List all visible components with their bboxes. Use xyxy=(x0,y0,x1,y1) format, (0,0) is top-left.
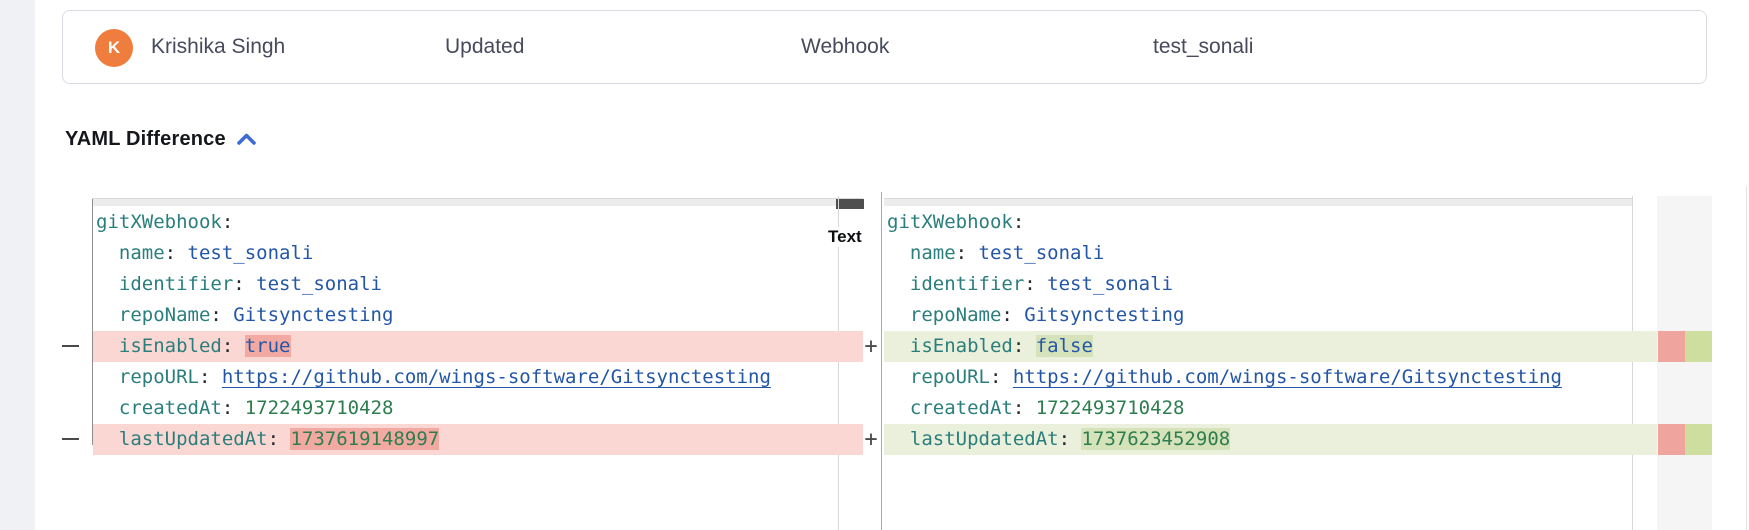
code-segment: test_sonali xyxy=(1047,273,1173,295)
code-segment: : xyxy=(268,428,291,450)
code-segment: : xyxy=(1013,211,1024,233)
code-segment: isEnabled xyxy=(887,335,1013,357)
code-segment: gitXWebhook xyxy=(887,211,1013,233)
audit-resource-name: test_sonali xyxy=(1153,11,1253,83)
code-segment: 1722493710428 xyxy=(245,397,394,419)
code-segment: Gitsynctesting xyxy=(233,304,393,326)
repo-url-link[interactable]: https://github.com/wings-software/Gitsyn… xyxy=(222,366,771,388)
code-line: isEnabled: true xyxy=(93,331,863,362)
added-line-marker: + xyxy=(860,331,882,362)
code-segment: createdAt xyxy=(887,397,1013,419)
removed-line-marker xyxy=(62,438,79,440)
code-line: repoName: Gitsynctesting xyxy=(93,300,863,331)
code-segment: test_sonali xyxy=(256,273,382,295)
yaml-diff-left-panel[interactable]: gitXWebhook: name: test_sonali identifie… xyxy=(93,207,863,455)
code-segment: test_sonali xyxy=(979,242,1105,264)
audit-action: Updated xyxy=(445,11,524,83)
code-segment: false xyxy=(1036,335,1093,357)
avatar: K xyxy=(95,29,133,67)
code-segment: : xyxy=(222,397,245,419)
left-horizontal-scrollbar-track[interactable] xyxy=(92,198,863,206)
code-segment: : xyxy=(1001,304,1024,326)
code-segment: repoURL xyxy=(96,366,199,388)
code-segment: name xyxy=(96,242,165,264)
code-line: repoURL: https://github.com/wings-softwa… xyxy=(884,362,1657,393)
code-segment: 1737619148997 xyxy=(290,428,439,450)
code-line: isEnabled: false xyxy=(884,331,1657,362)
code-segment: : xyxy=(222,335,245,357)
code-line: repoURL: https://github.com/wings-softwa… xyxy=(93,362,863,393)
code-segment: : xyxy=(233,273,256,295)
code-segment: name xyxy=(887,242,956,264)
code-segment: : xyxy=(1013,397,1036,419)
code-line: gitXWebhook: xyxy=(884,207,1657,238)
code-segment: : xyxy=(210,304,233,326)
code-segment: : xyxy=(222,211,233,233)
code-segment: : xyxy=(1059,428,1082,450)
ruler-removed-mark xyxy=(1658,424,1685,455)
code-line: name: test_sonali xyxy=(93,238,863,269)
code-segment: test_sonali xyxy=(188,242,314,264)
code-line: repoName: Gitsynctesting xyxy=(884,300,1657,331)
code-line: createdAt: 1722493710428 xyxy=(93,393,863,424)
avatar-initial: K xyxy=(108,38,120,58)
audit-resource-type: Webhook xyxy=(801,11,889,83)
diff-type-label: Text xyxy=(826,227,864,247)
code-segment: repoURL xyxy=(887,366,990,388)
code-segment: : xyxy=(1013,335,1036,357)
code-segment: gitXWebhook xyxy=(96,211,222,233)
code-line: lastUpdatedAt: 1737623452908 xyxy=(884,424,1657,455)
code-segment: lastUpdatedAt xyxy=(96,428,268,450)
code-line: createdAt: 1722493710428 xyxy=(884,393,1657,424)
ruler-added-mark xyxy=(1685,424,1712,455)
code-segment: 1722493710428 xyxy=(1036,397,1185,419)
code-segment: createdAt xyxy=(96,397,222,419)
code-segment: repoName xyxy=(96,304,210,326)
yaml-difference-title: YAML Difference xyxy=(65,128,226,151)
code-segment: 1737623452908 xyxy=(1081,428,1230,450)
code-segment: : xyxy=(165,242,188,264)
audit-user-name: Krishika Singh xyxy=(151,11,285,83)
code-line: gitXWebhook: xyxy=(93,207,863,238)
repo-url-link[interactable]: https://github.com/wings-software/Gitsyn… xyxy=(1013,366,1562,388)
code-segment: true xyxy=(245,335,291,357)
removed-line-marker xyxy=(62,345,79,347)
yaml-diff-right-panel[interactable]: gitXWebhook: name: test_sonali identifie… xyxy=(884,207,1657,455)
code-segment: : xyxy=(990,366,1013,388)
code-segment: repoName xyxy=(887,304,1001,326)
page-right-edge-line xyxy=(1746,186,1747,530)
chevron-up-icon[interactable] xyxy=(236,132,257,147)
code-segment: : xyxy=(199,366,222,388)
code-line: identifier: test_sonali xyxy=(884,269,1657,300)
right-horizontal-scrollbar-track[interactable] xyxy=(884,198,1632,206)
audit-yaml-diff-screen: K Krishika Singh Updated Webhook test_so… xyxy=(0,0,1749,530)
code-segment: lastUpdatedAt xyxy=(887,428,1059,450)
code-segment: : xyxy=(956,242,979,264)
audit-row[interactable]: K Krishika Singh Updated Webhook test_so… xyxy=(62,10,1707,84)
code-segment: : xyxy=(1024,273,1047,295)
code-line: name: test_sonali xyxy=(884,238,1657,269)
added-line-marker: + xyxy=(860,424,882,455)
yaml-difference-toggle[interactable]: YAML Difference xyxy=(65,128,257,151)
overview-ruler[interactable] xyxy=(1657,196,1712,530)
code-segment: Gitsynctesting xyxy=(1024,304,1184,326)
ruler-added-mark xyxy=(1685,331,1712,362)
code-line: lastUpdatedAt: 1737619148997 xyxy=(93,424,863,455)
code-segment: identifier xyxy=(887,273,1024,295)
code-segment: isEnabled xyxy=(96,335,222,357)
code-line: identifier: test_sonali xyxy=(93,269,863,300)
ruler-removed-mark xyxy=(1658,331,1685,362)
page-left-gutter xyxy=(0,0,35,530)
code-segment: identifier xyxy=(96,273,233,295)
